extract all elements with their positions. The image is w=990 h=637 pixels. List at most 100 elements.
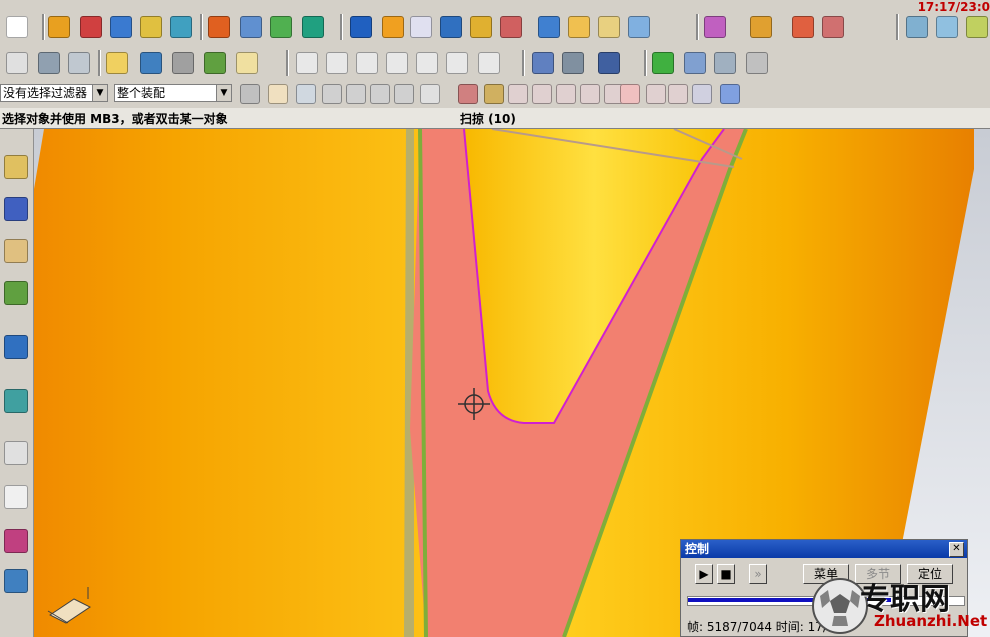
snap-f-icon[interactable] [580,84,600,104]
palette-icon[interactable] [4,529,28,553]
library-icon[interactable] [4,281,28,305]
check-icon[interactable] [652,52,674,74]
resource-bar [0,129,34,637]
curve-c-icon[interactable] [478,52,500,74]
toolbar-row-1: 17:17/23:0 [0,0,990,45]
control-panel-title-text: 控制 [685,542,710,556]
part-navigator-icon[interactable] [4,239,28,263]
snap-line-icon[interactable] [668,84,688,104]
mesh-icon[interactable] [906,16,928,38]
clock-readout: 17:17/23:0 [917,0,990,14]
snap-c-icon[interactable] [508,84,528,104]
filter-a-icon[interactable] [322,84,342,104]
select-icon[interactable] [240,84,260,104]
delete-icon[interactable] [792,16,814,38]
snap-point-icon[interactable] [268,84,288,104]
pencil-icon[interactable] [106,52,128,74]
status-prompt: 选择对象并使用 MB3，或者双击某一对象 [2,112,228,126]
curve-oh-icon[interactable] [446,52,468,74]
next-button[interactable]: » [749,564,767,584]
curve-a-icon[interactable] [296,52,318,74]
play-button[interactable]: ▶ [695,564,713,584]
undo-icon[interactable] [296,84,316,104]
filter-c-icon[interactable] [370,84,390,104]
scope-dropdown[interactable]: 整个装配 ▼ [114,84,232,102]
spring-a-icon[interactable] [532,52,554,74]
snap-d-icon[interactable] [532,84,552,104]
filter-dropdown[interactable]: 没有选择过滤器 ▼ [0,84,108,102]
selection-bar: 没有选择过滤器 ▼ 整个装配 ▼ [0,82,990,109]
assembly-navigator-icon[interactable] [4,155,28,179]
box-select-icon[interactable] [420,84,440,104]
component-icon[interactable] [750,16,772,38]
control-panel-title: 控制 ✕ [681,540,967,558]
roles-icon[interactable] [4,569,28,593]
new-file-icon[interactable] [6,16,28,38]
snap-plus-icon[interactable] [646,84,666,104]
constraint-navigator-icon[interactable] [4,197,28,221]
info-icon[interactable] [4,335,28,359]
cube-icon[interactable] [720,84,740,104]
curve-b-icon[interactable] [326,52,348,74]
surface-icon[interactable] [568,16,590,38]
spring-b-icon[interactable] [562,52,584,74]
filter-d-icon[interactable] [394,84,414,104]
trim-icon[interactable] [470,16,492,38]
tool-a-icon[interactable] [140,52,162,74]
snap-e-icon[interactable] [556,84,576,104]
snap-circle-icon[interactable] [620,84,640,104]
tool-b-icon[interactable] [172,52,194,74]
shield-icon[interactable] [80,16,102,38]
constraint-icon[interactable] [302,16,324,38]
watermark-url: Zhuanzhi.Net [874,612,988,630]
axes-icon[interactable] [598,52,620,74]
curve-gs-icon[interactable] [356,52,378,74]
cylinder-icon[interactable] [140,16,162,38]
history-icon[interactable] [4,441,28,465]
status-title: 扫掠 (10) [460,112,516,126]
sketch-icon[interactable] [270,16,292,38]
chevron-down-icon[interactable]: ▼ [216,85,231,101]
thicken-icon[interactable] [628,16,650,38]
split-icon[interactable] [500,16,522,38]
snap-frame-icon[interactable] [6,52,28,74]
pattern-icon[interactable] [208,16,230,38]
status-bar: 选择对象并使用 MB3，或者双击某一对象 扫掠 (10) [0,108,990,129]
list-view-icon[interactable] [4,485,28,509]
grid-icon[interactable] [936,16,958,38]
mate-icon[interactable] [822,16,844,38]
filter-value: 没有选择过滤器 [3,86,88,100]
database-icon[interactable] [68,52,90,74]
layers-icon[interactable] [38,52,60,74]
web-icon[interactable] [4,389,28,413]
snap-b-icon[interactable] [484,84,504,104]
offset-icon[interactable] [538,16,560,38]
book-icon[interactable] [48,16,70,38]
snap-h-icon[interactable] [692,84,712,104]
list-icon[interactable] [684,52,706,74]
snap-a-icon[interactable] [458,84,478,104]
table-icon[interactable] [714,52,736,74]
scope-value: 整个装配 [117,86,166,100]
blend-icon[interactable] [598,16,620,38]
close-icon[interactable]: ✕ [949,542,964,557]
stop-button[interactable]: ■ [717,564,735,584]
block-icon[interactable] [110,16,132,38]
frame-text: 帧: 5187/7044 时间: [687,620,804,634]
fillet-icon[interactable] [350,16,372,38]
filter-b-icon[interactable] [346,84,366,104]
text-icon[interactable] [236,52,258,74]
chevron-down-icon[interactable]: ▼ [92,85,107,101]
chamfer-icon[interactable] [382,16,404,38]
sweep-icon[interactable] [170,16,192,38]
draft-icon[interactable] [440,16,462,38]
curve-gh-icon[interactable] [416,52,438,74]
watermark: 专职网 Zhuanzhi.Net [810,574,990,637]
extrude-icon[interactable] [240,16,262,38]
assembly-icon[interactable] [704,16,726,38]
analysis-icon[interactable] [966,16,988,38]
curve-os-icon[interactable] [386,52,408,74]
tool-c-icon[interactable] [204,52,226,74]
shell-icon[interactable] [410,16,432,38]
coordinate-icon[interactable] [746,52,768,74]
